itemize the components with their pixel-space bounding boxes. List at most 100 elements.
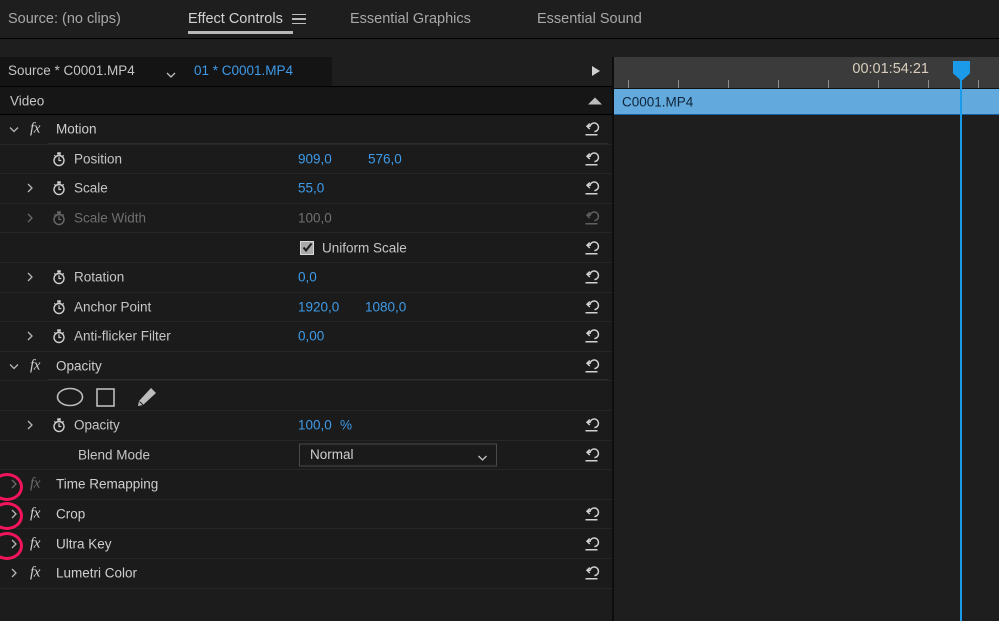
mask-shape-tools[interactable] [55,386,161,407]
tab-source-no-clips[interactable]: Source: (no clips) [8,0,121,38]
param-row-anti-flicker-filter[interactable]: Anti-flicker Filter 0,00 [0,322,612,352]
ruler-tick [828,80,829,88]
param-label: Scale Width [74,210,147,226]
param-value[interactable]: 100,0 [298,211,332,226]
fx-badge-icon: fx [30,564,41,581]
param-row-time-remapping[interactable]: fx Time Remapping [0,470,612,500]
param-row-ultra-key[interactable]: fx Ultra Key [0,529,612,559]
toggle-animation-stopwatch-icon[interactable] [52,210,66,226]
param-row-rotation[interactable]: Rotation 0,0 [0,262,612,293]
playhead-line [960,77,962,621]
param-label: Motion [56,121,97,137]
blend-mode-value: Normal [310,447,354,463]
video-section-label: Video [10,93,45,108]
param-row-uniform-scale[interactable]: Uniform Scale [0,233,612,263]
param-value[interactable]: % [340,418,352,433]
ruler-tick [778,80,779,88]
param-value[interactable]: 55,0 [298,181,324,196]
ruler-tick [978,80,979,88]
reset-parameter-button[interactable] [583,210,600,226]
tab-label: Essential Graphics [350,11,471,27]
toggle-animation-stopwatch-icon[interactable] [52,269,66,285]
reset-parameter-button[interactable] [583,417,600,433]
toggle-animation-stopwatch-icon[interactable] [52,299,66,315]
param-row-crop[interactable]: fx Crop [0,499,612,530]
param-row-anchor-point[interactable]: Anchor Point 1920,0 1080,0 [0,292,612,323]
param-row-scale-width[interactable]: Scale Width 100,0 [0,203,612,234]
reset-parameter-button[interactable] [583,358,600,374]
reset-parameter-button[interactable] [583,240,600,256]
chevron-right-icon[interactable] [24,330,36,342]
chevron-right-icon[interactable] [24,212,36,224]
reset-parameter-button[interactable] [583,447,600,463]
tab-essential-sound[interactable]: Essential Sound [537,0,642,38]
timeline-clip-bar[interactable]: C0001.MP4 [614,89,999,115]
param-row-lumetri-color[interactable]: fx Lumetri Color [0,558,612,589]
chevron-right-icon[interactable] [8,478,20,490]
param-value[interactable]: 0,0 [298,270,317,285]
chevron-down-icon[interactable] [166,67,176,78]
param-value[interactable]: 909,0 [298,151,332,166]
reset-parameter-button[interactable] [583,269,600,285]
param-label: Lumetri Color [56,565,138,581]
ruler-tick [878,80,879,88]
param-row-opacity-group[interactable]: fx Opacity [0,351,612,382]
param-value[interactable]: 1920,0 [298,299,339,314]
fx-badge-icon: fx [30,475,41,492]
panel-menu-icon[interactable] [291,13,306,25]
chevron-right-icon[interactable] [8,538,20,550]
param-row-opacity[interactable]: Opacity 100,0% [0,410,612,441]
effect-controls-timeline[interactable]: 00:01:54:21 C0001.MP4 [614,57,999,621]
reset-parameter-button[interactable] [583,151,600,167]
ruler-tick [728,80,729,88]
toggle-animation-stopwatch-icon[interactable] [52,417,66,433]
param-value[interactable]: 0,00 [298,329,324,344]
reset-parameter-button[interactable] [583,121,600,137]
reset-parameter-button[interactable] [583,506,600,522]
chevron-down-icon[interactable] [477,450,488,468]
param-value[interactable]: 576,0 [368,151,402,166]
toggle-animation-stopwatch-icon[interactable] [52,151,66,167]
param-row-motion[interactable]: fx Motion [0,115,612,145]
param-row-position[interactable]: Position 909,0 576,0 [0,144,612,175]
triangle-up-icon[interactable] [588,97,602,104]
video-section-header[interactable]: Video [0,87,612,115]
param-label: Opacity [56,358,102,374]
chevron-right-icon[interactable] [8,567,20,579]
ruler-tick [928,80,929,88]
tab-essential-graphics[interactable]: Essential Graphics [350,0,471,38]
timeline-clip-name: C0001.MP4 [622,94,694,109]
play-arrow-icon[interactable] [592,66,600,76]
param-label: Anchor Point [74,299,152,315]
reset-parameter-button[interactable] [583,299,600,315]
toggle-animation-stopwatch-icon[interactable] [52,328,66,344]
tab-effect-controls[interactable]: Effect Controls [188,0,306,38]
parameters-list[interactable]: Video fx Motion Position 909,0 576,0 Scale 55,… [0,87,612,621]
chevron-right-icon[interactable] [24,419,36,431]
chevron-right-icon[interactable] [24,271,36,283]
chevron-down-icon[interactable] [8,360,20,372]
fx-badge-icon: fx [30,120,41,137]
param-row-mask-tools[interactable] [0,381,612,411]
chevron-down-icon[interactable] [8,123,20,135]
uniform-scale-checkbox[interactable] [300,240,314,255]
reset-parameter-button[interactable] [583,565,600,581]
param-value[interactable]: 1080,0 [365,299,406,314]
blend-mode-dropdown[interactable]: Normal [299,443,497,468]
param-label: Time Remapping [56,476,159,492]
param-value[interactable]: 100,0 [298,418,332,433]
source-clip-label[interactable]: Source * C0001.MP4 [8,63,135,78]
reset-parameter-button[interactable] [583,328,600,344]
param-row-scale[interactable]: Scale 55,0 [0,174,612,204]
reset-parameter-button[interactable] [583,536,600,552]
toggle-animation-stopwatch-icon[interactable] [52,180,66,196]
reset-parameter-button[interactable] [583,180,600,196]
group-underline [48,142,608,144]
sequence-clip-label[interactable]: 01 * C0001.MP4 [194,63,293,78]
chevron-right-icon[interactable] [8,508,20,520]
timeline-ruler[interactable]: 00:01:54:21 [614,57,999,89]
chevron-right-icon[interactable] [24,182,36,194]
clip-selector-row: Source * C0001.MP4 01 * C0001.MP4 [0,57,612,87]
group-underline [48,379,608,381]
param-row-blend-mode[interactable]: Blend Mode Normal [0,440,612,471]
